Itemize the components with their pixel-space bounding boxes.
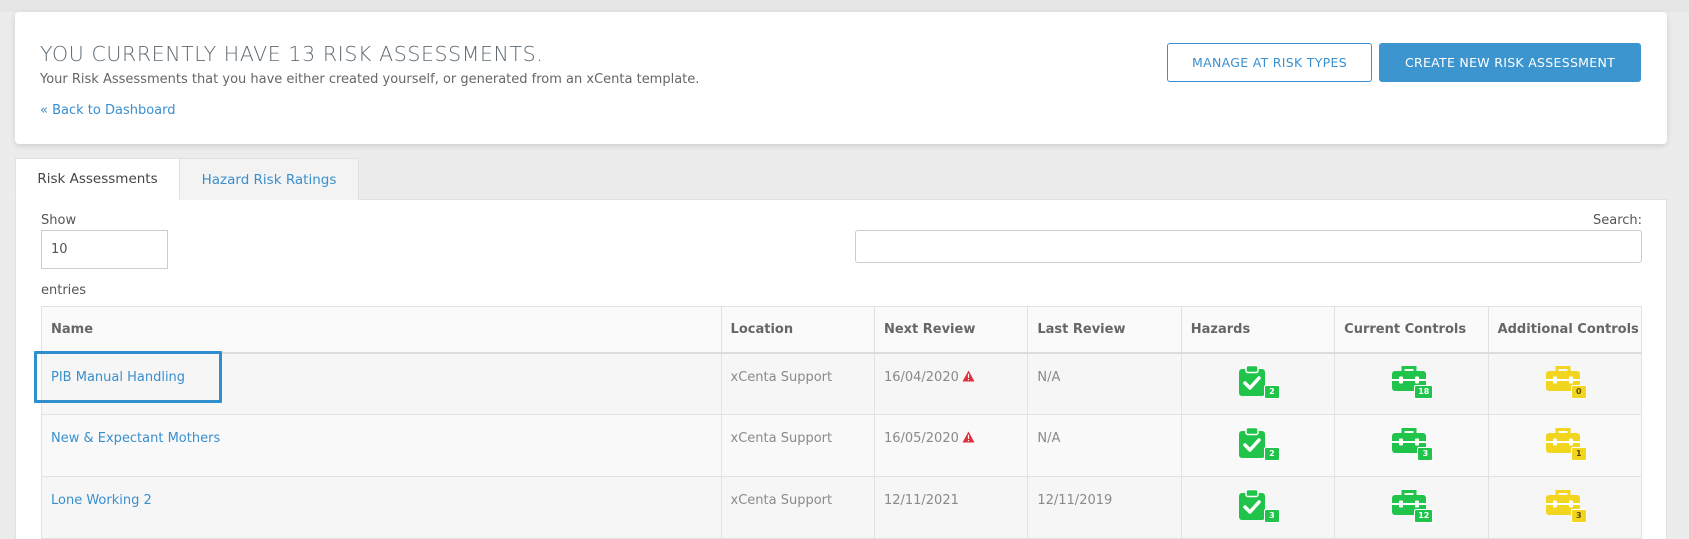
hazards-indicator[interactable]: 3 [1234,487,1282,525]
clipboard-check-icon [1238,488,1265,520]
page-title: YOU CURRENTLY HAVE 13 RISK ASSESSMENTS. [40,42,544,66]
current-controls-indicator[interactable]: 12 [1387,487,1435,525]
additional-controls-indicator[interactable]: 1 [1541,425,1589,463]
clipboard-check-icon [1238,426,1265,458]
current-controls-count-badge: 18 [1414,384,1434,399]
table-row: PIB Manual Handling xCenta Support 16/04… [41,352,1643,415]
location-cell: xCenta Support [720,352,875,415]
name-cell: New & Expectant Mothers [41,414,722,477]
search-input[interactable] [855,230,1642,263]
hazards-indicator[interactable]: 2 [1234,425,1282,463]
column-header-next-review[interactable]: Next Review [873,306,1029,354]
location-cell: xCenta Support [720,476,875,539]
table-header-row: Name Location Next Review Last Review Ha… [41,306,1643,354]
hazards-count-badge: 3 [1263,508,1280,523]
next-review-cell: 12/11/2021 [873,476,1029,539]
hazards-cell: 2 [1180,414,1336,477]
additional-controls-count-badge: 0 [1570,384,1587,399]
warning-triangle-icon [962,431,975,443]
risk-assessment-link[interactable]: Lone Working 2 [51,493,152,508]
entries-label: entries [41,283,87,298]
location-cell: xCenta Support [720,414,875,477]
table-row: New & Expectant Mothers xCenta Support 1… [41,414,1643,477]
additional-controls-cell: 3 [1487,476,1643,539]
back-to-dashboard-link[interactable]: « Back to Dashboard [40,103,176,118]
hazards-count-badge: 2 [1263,384,1280,399]
current-controls-count-badge: 3 [1417,446,1434,461]
current-controls-cell: 18 [1334,352,1489,415]
additional-controls-count-badge: 3 [1570,508,1587,523]
current-controls-cell: 12 [1334,476,1489,539]
additional-controls-cell: 0 [1487,352,1643,415]
hazards-indicator[interactable]: 2 [1234,363,1282,401]
column-header-last-review[interactable]: Last Review [1027,306,1182,354]
column-header-name[interactable]: Name [41,306,722,354]
show-label: Show [41,213,77,228]
next-review-cell: 16/04/2020 [873,352,1029,415]
column-header-location[interactable]: Location [720,306,875,354]
additional-controls-count-badge: 1 [1570,446,1587,461]
current-controls-count-badge: 12 [1414,508,1434,523]
column-header-hazards[interactable]: Hazards [1180,306,1336,354]
risk-assessments-table: Name Location Next Review Last Review Ha… [41,306,1643,539]
last-review-cell: 12/11/2019 [1027,476,1182,539]
last-review-cell: N/A [1027,352,1182,415]
risk-assessment-link[interactable]: New & Expectant Mothers [51,431,220,446]
risk-assessment-link[interactable]: PIB Manual Handling [51,370,185,385]
additional-controls-indicator[interactable]: 3 [1541,487,1589,525]
create-risk-assessment-button[interactable]: CREATE NEW RISK ASSESSMENT [1379,43,1641,82]
page-subtitle: Your Risk Assessments that you have eith… [40,72,700,87]
tab-hazard-risk-ratings[interactable]: Hazard Risk Ratings [180,158,359,200]
header-card: YOU CURRENTLY HAVE 13 RISK ASSESSMENTS. … [15,12,1667,144]
clipboard-check-icon [1238,364,1265,396]
tab-risk-assessments[interactable]: Risk Assessments [15,158,180,200]
next-review-date: 16/04/2020 [883,369,959,385]
current-controls-indicator[interactable]: 18 [1387,363,1435,401]
next-review-date: 16/05/2020 [883,431,959,446]
top-bar [0,0,1689,12]
name-cell: PIB Manual Handling [41,352,722,415]
search-label: Search: [1593,213,1643,228]
table-row: Lone Working 2 xCenta Support 12/11/2021… [41,476,1643,539]
next-review-cell: 16/05/2020 [873,414,1029,477]
column-header-current-controls[interactable]: Current Controls [1334,306,1489,354]
manage-at-risk-types-button[interactable]: MANAGE AT RISK TYPES [1167,43,1372,82]
name-cell: Lone Working 2 [41,476,722,539]
current-controls-cell: 3 [1334,414,1489,477]
warning-triangle-icon [962,370,975,381]
hazards-cell: 2 [1180,352,1336,415]
hazards-cell: 3 [1180,476,1336,539]
additional-controls-cell: 1 [1487,414,1643,477]
hazards-count-badge: 2 [1263,446,1280,461]
next-review-date: 12/11/2021 [883,493,959,508]
current-controls-indicator[interactable]: 3 [1387,425,1435,463]
entries-per-page-select[interactable]: 10 [41,230,168,269]
last-review-cell: N/A [1027,414,1182,477]
column-header-additional-controls[interactable]: Additional Controls [1487,306,1643,354]
additional-controls-indicator[interactable]: 0 [1541,363,1589,401]
